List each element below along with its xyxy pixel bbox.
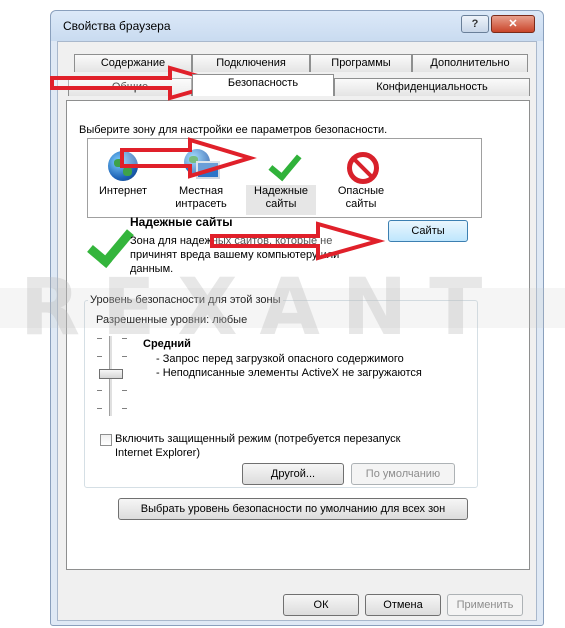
arrow-to-sites-button bbox=[210, 221, 386, 261]
arrow-to-trusted-zone bbox=[120, 137, 257, 179]
tab-security[interactable]: Безопасность bbox=[192, 74, 334, 96]
